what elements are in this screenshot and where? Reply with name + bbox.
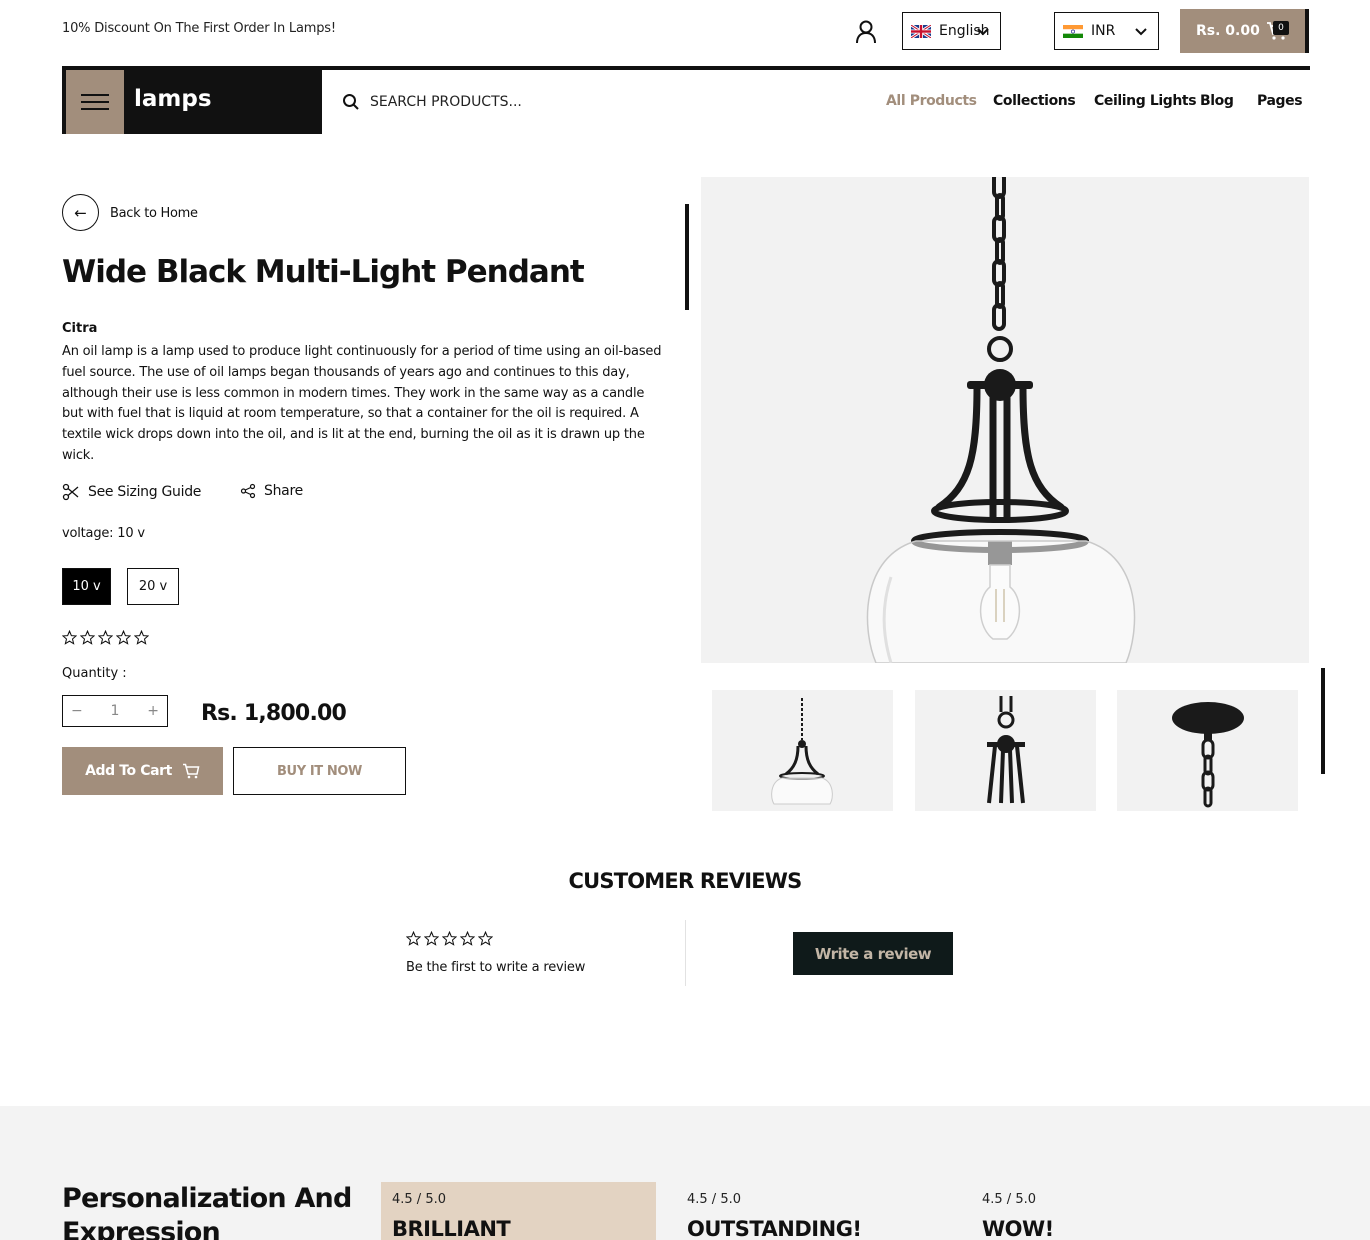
sizing-guide-label: See Sizing Guide: [88, 484, 202, 500]
product-main-image[interactable]: [701, 177, 1309, 663]
nav-blog[interactable]: Blog: [1200, 93, 1234, 109]
product-price: Rs. 1,800.00: [201, 701, 347, 726]
pendant-lamp-image: [866, 177, 1136, 663]
cart-icon: [182, 763, 200, 779]
share-link[interactable]: Share: [240, 483, 303, 499]
variant-20v[interactable]: 20 v: [127, 568, 179, 605]
testimonial-card: 4.5 / 5.0 BRILLIANT: [381, 1182, 656, 1240]
brand-logo[interactable]: lamps: [134, 86, 212, 112]
cart-total: Rs. 0.00: [1196, 23, 1260, 39]
search-bar[interactable]: [342, 93, 570, 111]
india-flag-icon: [1063, 24, 1083, 38]
ceiling-canopy-thumbnail: [1172, 702, 1244, 808]
scissors-icon: [62, 483, 79, 501]
language-selector[interactable]: English: [902, 12, 1001, 50]
share-icon: [240, 483, 256, 499]
testimonial-score: 4.5 / 5.0: [392, 1192, 446, 1207]
reviews-divider: [685, 920, 686, 986]
product-description: An oil lamp is a lamp used to produce li…: [62, 344, 662, 463]
arrow-left-icon: ←: [74, 203, 87, 222]
product-rating: [62, 630, 149, 645]
uk-flag-icon: [911, 24, 931, 38]
star-icon: [478, 931, 493, 946]
reviews-title: CUSTOMER REVIEWS: [568, 869, 803, 893]
testimonial-card: 4.5 / 5.0 WOW!: [971, 1182, 1246, 1240]
testimonial-score: 4.5 / 5.0: [982, 1192, 1036, 1207]
star-icon: [442, 931, 457, 946]
testimonial-quote: WOW!: [982, 1217, 1054, 1240]
star-icon: [98, 630, 113, 645]
star-icon: [406, 931, 421, 946]
buy-now-button[interactable]: BUY IT NOW: [233, 747, 406, 795]
add-to-cart-label: Add To Cart: [85, 763, 172, 779]
testimonials-heading: Personalization And Expression: [62, 1183, 352, 1240]
star-icon: [134, 630, 149, 645]
testimonial-score: 4.5 / 5.0: [687, 1192, 741, 1207]
share-label: Share: [264, 483, 303, 499]
product-thumbnail-3[interactable]: [1117, 690, 1298, 811]
promo-text: 10% Discount On The First Order In Lamps…: [62, 21, 336, 36]
nav-ceiling-lights[interactable]: Ceiling Lights: [1094, 93, 1197, 109]
currency-selector[interactable]: INR: [1054, 12, 1159, 50]
nav-all-products[interactable]: All Products: [886, 93, 977, 109]
quantity-stepper[interactable]: − 1 +: [62, 695, 168, 727]
search-icon: [343, 94, 359, 110]
back-to-home-link[interactable]: Back to Home: [110, 206, 198, 221]
star-icon: [424, 931, 439, 946]
star-icon: [116, 630, 131, 645]
minus-icon[interactable]: −: [71, 703, 83, 719]
star-icon: [80, 630, 95, 645]
pendant-detail-thumbnail: [987, 696, 1025, 804]
chevron-down-icon: [1135, 28, 1147, 36]
chevron-down-icon: [977, 28, 989, 36]
reviews-empty-text: Be the first to write a review: [406, 960, 586, 975]
testimonial-quote: BRILLIANT: [392, 1217, 511, 1240]
hamburger-menu-icon: [81, 94, 109, 110]
quantity-label: Quantity :: [62, 666, 127, 681]
star-icon: [62, 630, 77, 645]
currency-label: INR: [1091, 23, 1116, 39]
testimonial-card: 4.5 / 5.0 OUTSTANDING!: [676, 1182, 951, 1240]
testimonial-quote: OUTSTANDING!: [687, 1217, 862, 1240]
sizing-guide-link[interactable]: See Sizing Guide: [62, 483, 201, 501]
variant-10v[interactable]: 10 v: [62, 568, 111, 605]
thumbnail-scroll-indicator: [1321, 668, 1325, 774]
menu-button[interactable]: [66, 70, 124, 134]
write-review-button[interactable]: Write a review: [793, 932, 953, 975]
add-to-cart-button[interactable]: Add To Cart: [62, 747, 223, 795]
plus-icon[interactable]: +: [147, 703, 159, 719]
search-input[interactable]: [370, 94, 570, 110]
reviews-rating: [406, 931, 493, 946]
cart-count-badge: 0: [1273, 21, 1289, 35]
product-vendor: Citra: [62, 321, 98, 336]
product-title: Wide Black Multi-Light Pendant: [62, 254, 585, 290]
nav-pages[interactable]: Pages: [1257, 93, 1303, 109]
back-button[interactable]: ←: [62, 194, 99, 231]
pendant-full-thumbnail: [771, 698, 833, 805]
cart-button-edge: [1305, 9, 1309, 53]
quantity-value[interactable]: 1: [111, 703, 120, 719]
user-account-icon[interactable]: [852, 18, 880, 46]
voltage-label: voltage: 10 v: [62, 526, 145, 541]
product-thumbnail-2[interactable]: [915, 690, 1096, 811]
star-icon: [460, 931, 475, 946]
scroll-indicator: [685, 204, 689, 310]
product-thumbnail-1[interactable]: [712, 690, 893, 811]
nav-collections[interactable]: Collections: [993, 93, 1076, 109]
